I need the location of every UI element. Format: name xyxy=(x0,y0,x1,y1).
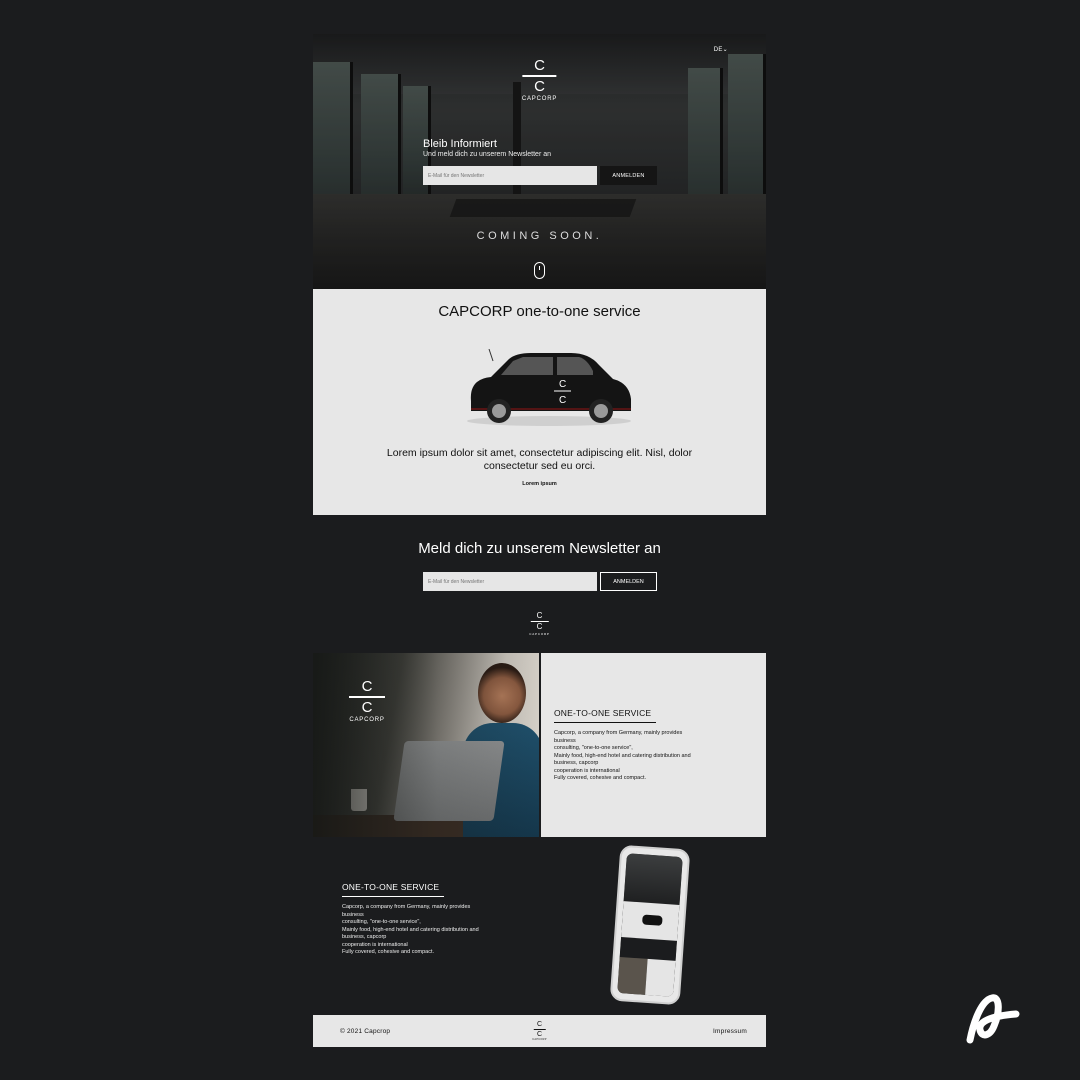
mobile-line: Mainly food, high-end hotel and catering… xyxy=(342,926,479,933)
capcorp-logo-icon: C C xyxy=(529,612,549,631)
about-line: cooperation is international xyxy=(554,767,620,774)
designer-brand-icon xyxy=(966,994,1020,1044)
newsletter-subscribe-button[interactable]: ANMELDEN xyxy=(600,572,657,591)
mobile-text: ONE-TO-ONE SERVICE Capcorp, a company fr… xyxy=(342,882,507,957)
language-selector[interactable]: DE⌄ xyxy=(714,46,728,53)
about-text-panel: ONE-TO-ONE SERVICE Capcorp, a company fr… xyxy=(539,653,766,837)
about-line: consulting, "one-to-one service", xyxy=(554,745,633,751)
phone-screen-section xyxy=(621,901,680,941)
newsletter-section: Meld dich zu unserem Newsletter an ANMEL… xyxy=(313,515,766,653)
hero-section: DE⌄ C C CAPCORP Bleib Informiert Und mel… xyxy=(313,34,766,289)
mobile-line: Fully covered, cohesive and compact. xyxy=(342,949,435,955)
service-section: CAPCORP one-to-one service C C Lorem ips… xyxy=(313,289,766,515)
footer: © 2021 Capcrop C C CAPCORP Impressum xyxy=(313,1015,766,1047)
phone-screen-text xyxy=(644,958,676,997)
service-title: CAPCORP one-to-one service xyxy=(438,303,641,320)
hero-subheading: Und meld dich zu unserem Newsletter an xyxy=(423,151,552,158)
copyright-text: © 2021 Capcrop xyxy=(340,1027,391,1035)
service-description: Lorem ipsum dolor sit amet, consectetur … xyxy=(386,447,693,472)
phone-screen-photo xyxy=(617,956,648,997)
about-logo: C C CAPCORP xyxy=(349,679,385,723)
scroll-mouse-icon[interactable] xyxy=(534,262,545,279)
mobile-line: consulting, "one-to-one service", xyxy=(342,919,421,925)
mobile-section: ONE-TO-ONE SERVICE Capcorp, a company fr… xyxy=(313,837,766,1013)
hero-email-input[interactable] xyxy=(423,166,597,185)
service-link[interactable]: Lorem ipsum xyxy=(313,481,766,487)
mobile-line: cooperation is international xyxy=(342,941,408,948)
language-label: DE xyxy=(713,47,723,53)
newsletter-form: ANMELDEN xyxy=(423,572,657,591)
about-line: Mainly food, high-end hotel and catering… xyxy=(554,752,691,759)
capcorp-logo-icon: C C xyxy=(522,58,557,94)
car-image: C C xyxy=(467,349,631,426)
hero-newsletter: Bleib Informiert Und meld dich zu unsere… xyxy=(423,138,657,185)
newsletter-logo: C C CAPCORP xyxy=(529,612,550,637)
capcorp-logo-icon: C C xyxy=(349,679,385,715)
hero-signup-form: ANMELDEN xyxy=(423,166,657,185)
business-woman-photo: C C CAPCORP xyxy=(313,653,539,837)
mobile-line: Capcorp, a company from Germany, mainly … xyxy=(342,904,471,910)
phone-mockup xyxy=(609,844,691,1006)
newsletter-email-input[interactable] xyxy=(423,572,597,591)
logo-name: CAPCORP xyxy=(529,632,550,636)
footer-logo[interactable]: C C CAPCORP xyxy=(532,1021,546,1041)
hero-logo: C C CAPCORP xyxy=(522,58,557,102)
phone-screen-section xyxy=(623,853,683,906)
about-line: business xyxy=(554,737,576,744)
mobile-body: Capcorp, a company from Germany, mainly … xyxy=(342,904,507,957)
about-line: Capcorp, a company from Germany, mainly … xyxy=(554,730,683,736)
newsletter-title: Meld dich zu unserem Newsletter an xyxy=(418,540,661,557)
hero-subscribe-button[interactable]: ANMELDEN xyxy=(600,166,657,185)
coming-soon-text: COMING SOON. xyxy=(476,230,603,242)
hero-heading: Bleib Informiert xyxy=(423,138,497,150)
mobile-title: ONE-TO-ONE SERVICE xyxy=(342,882,444,897)
phone-screen-section xyxy=(617,956,676,997)
mobile-line: business xyxy=(342,911,364,918)
about-line: business, capcorp xyxy=(554,760,599,766)
logo-name: CAPCORP xyxy=(532,1038,547,1041)
capcorp-logo-icon: C C xyxy=(532,1021,546,1038)
logo-name: CAPCORP xyxy=(521,95,558,102)
logo-name: CAPCORP xyxy=(349,716,385,723)
about-body: Capcorp, a company from Germany, mainly … xyxy=(554,730,719,783)
phone-screen xyxy=(617,853,683,997)
impressum-link[interactable]: Impressum xyxy=(713,1028,747,1035)
landing-page-mockup: DE⌄ C C CAPCORP Bleib Informiert Und mel… xyxy=(313,34,766,1047)
mobile-line: business, capcorp xyxy=(342,934,387,940)
svg-text:C: C xyxy=(559,395,566,406)
about-section: C C CAPCORP ONE-TO-ONE SERVICE Capcorp, … xyxy=(313,653,766,837)
svg-text:C: C xyxy=(559,379,566,390)
about-line: Fully covered, cohesive and compact. xyxy=(554,775,647,781)
chevron-down-icon: ⌄ xyxy=(722,47,728,53)
photo-shade xyxy=(313,653,539,837)
about-title: ONE-TO-ONE SERVICE xyxy=(554,708,656,723)
